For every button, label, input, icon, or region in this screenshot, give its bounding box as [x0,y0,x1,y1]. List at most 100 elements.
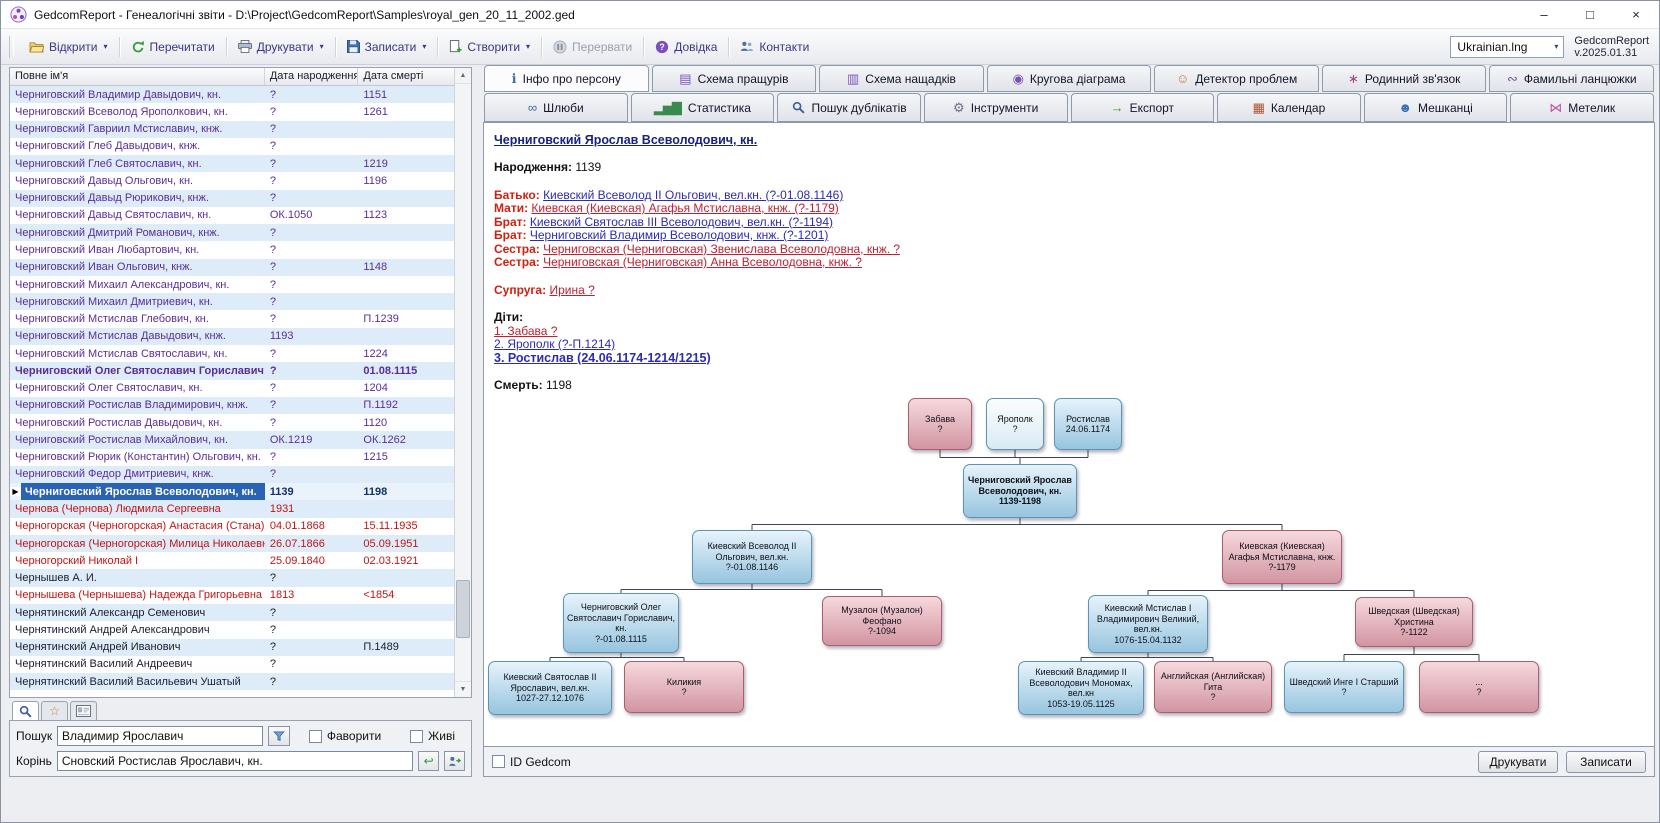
table-row[interactable]: Черниговский Иван Ольгович, кнж.?1148 [10,259,454,276]
tree-node-agafya[interactable]: Киевская (Киевская) Агафья Мстиславна, к… [1222,530,1342,584]
set-root-button[interactable] [444,751,465,771]
mini-tab-person-card[interactable] [70,701,97,720]
table-row[interactable]: Черниговский Федор Дмитриевич, кнж.? [10,466,454,483]
table-row[interactable]: Черниговский Давыд Святославич, кн.ОК.10… [10,207,454,224]
tab-marriages[interactable]: ∞Шлюби [484,93,628,122]
spouse-link[interactable]: Ирина ? [549,283,594,297]
person-title-link[interactable]: Черниговский Ярослав Всеволодович, кн. [494,133,757,147]
save-button[interactable]: Записати▾ [339,36,435,58]
tab-person-info[interactable]: ℹІнфо про персону [484,65,649,92]
contacts-button[interactable]: Контакти [732,36,817,58]
table-row[interactable]: Черниговский Михаил Дмитриевич, кн.? [10,293,454,310]
scroll-down-button[interactable]: ▼ [455,681,471,697]
table-row[interactable]: Черниговский Рюрик (Константин) Ольгович… [10,449,454,466]
id-gedcom-checkbox[interactable] [492,755,505,768]
minimize-button[interactable]: – [1521,1,1567,28]
tree-node-vsevolod2[interactable]: Киевский Всеволод II Ольгович, вел.кн.?-… [692,530,812,584]
table-row[interactable]: Черниговский Глеб Давыдович, кнж.? [10,138,454,155]
tab-export[interactable]: →Експорт [1071,93,1215,122]
open-dropdown-arrow[interactable]: ▾ [104,42,108,51]
create-dropdown-arrow[interactable]: ▾ [526,42,530,51]
relation-person-link[interactable]: Киевский Святослав III Всеволодович, вел… [530,215,833,229]
reset-root-button[interactable]: ↩ [418,751,439,771]
scrollbar-thumb[interactable] [456,580,470,638]
mini-tab-search[interactable] [12,701,39,720]
tree-node-rostislav[interactable]: Ростислав24.06.1174 [1054,398,1122,450]
table-row[interactable]: Черногорский Николай I25.09.184002.03.19… [10,552,454,569]
tree-node-yaroslav[interactable]: Черниговский Ярослав Всеволодович, кн.11… [963,464,1077,518]
tree-node-hristina[interactable]: Шведская (Шведская) Христина?-1122 [1355,597,1473,647]
tree-node-feofano[interactable]: Музалон (Музалон) Феофано?-1094 [822,596,942,646]
reread-button[interactable]: Перечитати [123,36,223,58]
alive-checkbox[interactable] [410,730,423,743]
tab-duplicate-search[interactable]: Пошук дублікатів [777,93,921,122]
child-person-link[interactable]: 3. Ростислав (24.06.1174-1214/1215) [494,351,711,365]
tree-node-vladimir2[interactable]: Киевский Владимир II Всеволодович Монома… [1018,661,1144,715]
print-dropdown-arrow[interactable]: ▾ [320,42,324,51]
tree-node-gita[interactable]: Английская (Английская) Гита? [1154,661,1272,713]
tree-node-oleg[interactable]: Черниговский Олег Святославич Гориславич… [563,593,679,653]
table-row[interactable]: Черниговский Ростислав Давыдович, кн.?11… [10,414,454,431]
tab-family-relation[interactable]: ∗Родинний зв'язок [1322,65,1487,92]
help-button[interactable]: ?Довідка [647,36,725,58]
tree-node-dots[interactable]: ...? [1419,661,1539,713]
table-row[interactable]: Черниговский Олег Святославич, кн.?1204 [10,380,454,397]
table-row[interactable]: Черниговский Давыд Ольгович, кн.?1196 [10,172,454,189]
tree-node-kilikiya[interactable]: Киликия? [624,661,744,713]
table-row[interactable]: Чернятинский Андрей Иванович?П.1489 [10,639,454,656]
table-row[interactable]: Черниговский Олег Святославич Гориславич… [10,362,454,379]
search-input[interactable] [57,726,263,746]
tab-calendar[interactable]: ▦Календар [1217,93,1361,122]
table-row[interactable]: Черниговский Гавриил Мстиславич, кнж.? [10,121,454,138]
table-row[interactable]: Чернышев А. И.? [10,569,454,586]
child-person-link[interactable]: 1. Забава ? [494,324,557,338]
table-row[interactable]: Черногорская (Черногорская) Анастасия (С… [10,518,454,535]
table-row[interactable]: Черниговский Дмитрий Романович, кнж.? [10,224,454,241]
tree-node-zabava[interactable]: Забава? [908,398,972,450]
print-button[interactable]: Друкувати [1478,751,1558,773]
language-select[interactable]: Ukrainian.lng ▾ [1450,36,1564,58]
favorites-checkbox[interactable] [309,730,322,743]
table-row[interactable]: Чернятинский Василий Васильевич Ушатый? [10,673,454,690]
table-row[interactable]: Черниговский Давыд Рюрикович, кнж.? [10,190,454,207]
column-header-death[interactable]: Дата смерті [358,68,454,85]
table-row[interactable]: Чернятинский Александр Семенович? [10,604,454,621]
relation-person-link[interactable]: Киевский Всеволод II Ольгович, вел.кн. (… [543,188,843,202]
relation-person-link[interactable]: Черниговская (Черниговская) Звенислава В… [543,242,900,256]
tab-ancestors-chart[interactable]: ▤Схема пращурів [652,65,817,92]
tree-node-inge[interactable]: Шведский Инге I Старший? [1284,661,1404,713]
table-row[interactable]: Чернятинский Василий Андреевич? [10,656,454,673]
mini-tab-favorites[interactable]: ☆ [41,701,68,720]
open-button[interactable]: Відкрити▾ [21,36,116,58]
tree-node-svyatoslav2[interactable]: Киевский Святослав II Ярославич, вел.кн.… [488,661,612,715]
tree-node-mstislav1[interactable]: Киевский Мстислав I Владимирович Великий… [1088,595,1208,653]
table-row[interactable]: Черниговский Михаил Александрович, кн.? [10,276,454,293]
table-row[interactable]: Черногорская (Черногорская) Милица Никол… [10,535,454,552]
save-dropdown-arrow[interactable]: ▾ [422,42,426,51]
table-row[interactable]: Черниговский Мстислав Святославич, кн.?1… [10,345,454,362]
vertical-scrollbar[interactable]: ▲ ▼ [454,68,471,697]
scroll-up-button[interactable]: ▲ [455,68,471,84]
table-row[interactable]: Черниговский Владимир Давыдович, кн.?115… [10,86,454,103]
table-row[interactable]: Черниговский Глеб Святославич, кн.?1219 [10,155,454,172]
tab-family-chains[interactable]: ∾Фамильні ланцюжки [1489,65,1654,92]
column-header-name[interactable]: Повне ім'я [10,68,265,85]
root-person-input[interactable] [57,751,413,771]
table-row[interactable]: Черниговский Мстислав Давыдович, кнж.119… [10,328,454,345]
tab-residents[interactable]: ☻Мешканці [1364,93,1508,122]
tab-tools[interactable]: ⚙Інструменти [924,93,1068,122]
tab-problem-detector[interactable]: ☺Детектор проблем [1154,65,1319,92]
print-button[interactable]: Друкувати▾ [230,36,332,58]
tree-node-yaropolk[interactable]: Ярополк? [986,398,1044,450]
table-row[interactable]: Чернышева (Чернышева) Надежда Григорьевн… [10,587,454,604]
close-button[interactable]: × [1613,1,1659,28]
table-row[interactable]: Черниговский Мстислав Глебович, кн.?П.12… [10,310,454,327]
tab-descendants-chart[interactable]: ▥Схема нащадків [819,65,984,92]
tab-circular-diagram[interactable]: ◉Кругова діаграма [987,65,1152,92]
table-row[interactable]: Чернятинский Андрей Александрович? [10,621,454,638]
save-report-button[interactable]: Записати [1566,751,1646,773]
child-person-link[interactable]: 2. Ярополк (?-П.1214) [494,337,615,351]
column-header-birth[interactable]: Дата народження [265,68,359,85]
relation-person-link[interactable]: Киевская (Киевская) Агафья Мстиславна, к… [531,201,838,215]
table-row[interactable]: Черниговский Всеволод Ярополкович, кн.?1… [10,103,454,120]
